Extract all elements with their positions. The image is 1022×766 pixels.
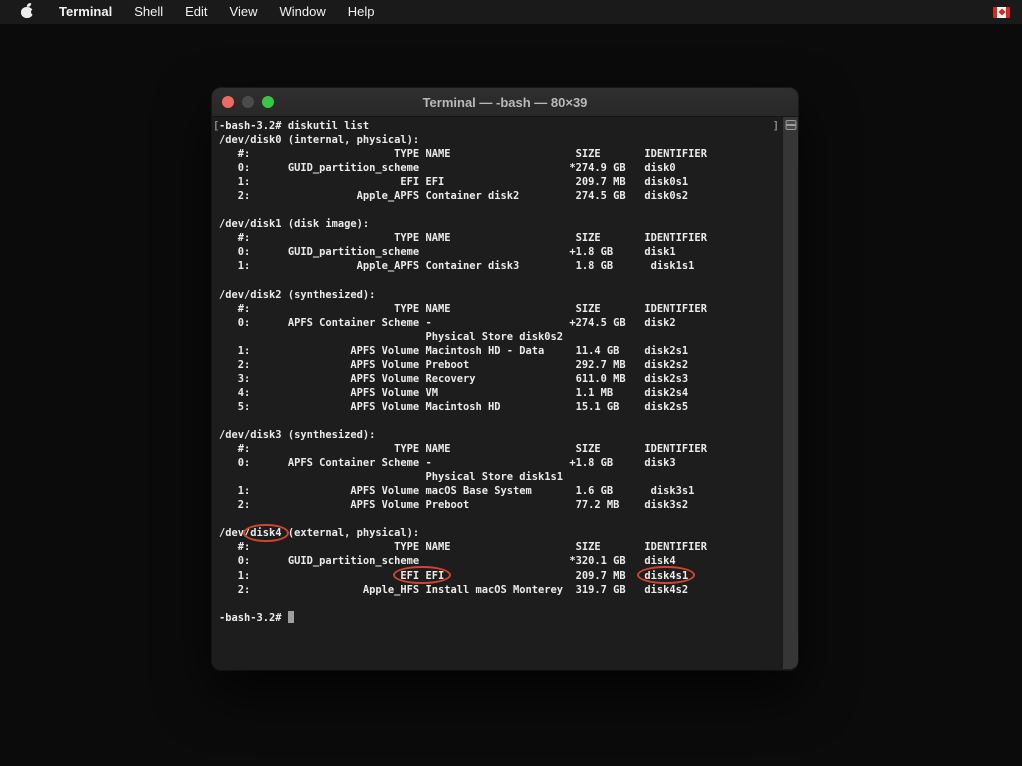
terminal-cursor <box>288 611 294 623</box>
disk4s1-annotation-circle: disk4s1 <box>644 569 688 583</box>
terminal-line: 1: EFI EFI 209.7 MB disk4s1 <box>219 569 782 583</box>
window-titlebar[interactable]: Terminal — -bash — 80×39 <box>212 88 798 117</box>
minimize-button[interactable] <box>242 96 254 108</box>
terminal-line: 1: EFI EFI 209.7 MB disk0s1 <box>219 175 782 189</box>
terminal-line: 0: GUID_partition_scheme +1.8 GB disk1 <box>219 245 782 259</box>
terminal-line: /dev/disk2 (synthesized): <box>219 288 782 302</box>
terminal-line: 0: APFS Container Scheme - +1.8 GB disk3 <box>219 456 782 470</box>
window-title: Terminal — -bash — 80×39 <box>423 95 588 110</box>
terminal-line: 0: GUID_partition_scheme *320.1 GB disk4 <box>219 554 782 568</box>
apple-logo-icon <box>21 7 33 18</box>
prompt-mark-open: [ <box>213 119 219 133</box>
menu-items: TerminalShellEditViewWindowHelp <box>48 0 386 24</box>
terminal-line: 2: Apple_HFS Install macOS Monterey 319.… <box>219 583 782 597</box>
input-source-flag-icon[interactable] <box>993 7 1010 18</box>
zoom-button[interactable] <box>262 96 274 108</box>
flag-red-band <box>1006 7 1010 18</box>
menu-item-shell[interactable]: Shell <box>123 4 174 19</box>
terminal-line <box>219 414 782 428</box>
terminal-line: #: TYPE NAME SIZE IDENTIFIER <box>219 302 782 316</box>
terminal-line: #: TYPE NAME SIZE IDENTIFIER <box>219 147 782 161</box>
scrollbar[interactable] <box>782 117 798 669</box>
terminal-line: 2: Apple_APFS Container disk2 274.5 GB d… <box>219 189 782 203</box>
terminal-line: 0: APFS Container Scheme - +274.5 GB dis… <box>219 316 782 330</box>
split-pane-button[interactable] <box>785 120 796 130</box>
terminal-line: 1: APFS Volume Macintosh HD - Data 11.4 … <box>219 344 782 358</box>
terminal-line: 2: APFS Volume Preboot 77.2 MB disk3s2 <box>219 498 782 512</box>
flag-white-band <box>997 7 1006 18</box>
terminal-line: 5: APFS Volume Macintosh HD 15.1 GB disk… <box>219 400 782 414</box>
terminal-line: #: TYPE NAME SIZE IDENTIFIER <box>219 231 782 245</box>
terminal-line: /dev/disk1 (disk image): <box>219 217 782 231</box>
terminal-line: -bash-3.2# <box>219 611 782 625</box>
terminal-line: Physical Store disk1s1 <box>219 470 782 484</box>
terminal-content: -bash-3.2# diskutil list[]/dev/disk0 (in… <box>212 117 798 669</box>
menu-item-help[interactable]: Help <box>337 4 386 19</box>
terminal-line <box>219 512 782 526</box>
terminal-screen[interactable]: -bash-3.2# diskutil list[]/dev/disk0 (in… <box>212 117 782 669</box>
close-button[interactable] <box>222 96 234 108</box>
prompt-mark-close: ] <box>773 119 779 133</box>
terminal-line: 2: APFS Volume Preboot 292.7 MB disk2s2 <box>219 358 782 372</box>
menu-item-terminal[interactable]: Terminal <box>48 4 123 19</box>
menu-item-view[interactable]: View <box>219 4 269 19</box>
terminal-line <box>219 274 782 288</box>
terminal-line: 3: APFS Volume Recovery 611.0 MB disk2s3 <box>219 372 782 386</box>
disk4-annotation-circle: disk4 <box>250 526 281 540</box>
maple-leaf-icon <box>998 8 1005 15</box>
terminal-line: /dev/disk3 (synthesized): <box>219 428 782 442</box>
terminal-line <box>219 203 782 217</box>
efi-annotation-circle: EFI EFI <box>400 569 444 583</box>
terminal-line: #: TYPE NAME SIZE IDENTIFIER <box>219 540 782 554</box>
terminal-line <box>219 597 782 611</box>
terminal-line: 0: GUID_partition_scheme *274.9 GB disk0 <box>219 161 782 175</box>
menu-item-edit[interactable]: Edit <box>174 4 218 19</box>
menu-bar: TerminalShellEditViewWindowHelp <box>0 0 1022 24</box>
terminal-line: 4: APFS Volume VM 1.1 MB disk2s4 <box>219 386 782 400</box>
apple-menu[interactable] <box>14 7 40 18</box>
terminal-line: 1: Apple_APFS Container disk3 1.8 GB dis… <box>219 259 782 273</box>
terminal-line: #: TYPE NAME SIZE IDENTIFIER <box>219 442 782 456</box>
terminal-line: /dev/disk0 (internal, physical): <box>219 133 782 147</box>
terminal-line: Physical Store disk0s2 <box>219 330 782 344</box>
menu-bar-status-area <box>993 0 1010 24</box>
terminal-line: 1: APFS Volume macOS Base System 1.6 GB … <box>219 484 782 498</box>
menu-item-window[interactable]: Window <box>269 4 337 19</box>
traffic-lights <box>222 88 274 116</box>
terminal-line: /dev/disk4 (external, physical): <box>219 526 782 540</box>
terminal-window: Terminal — -bash — 80×39 -bash-3.2# disk… <box>212 88 798 670</box>
terminal-line: -bash-3.2# diskutil list[] <box>219 119 782 133</box>
